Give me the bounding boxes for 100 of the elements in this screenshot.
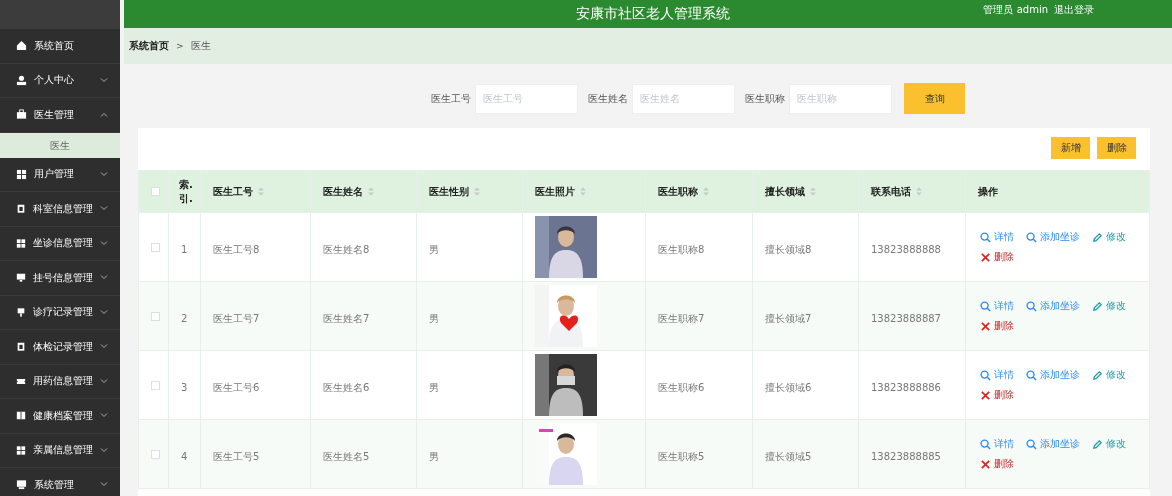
caret-down-icon [100,275,108,281]
delete-link[interactable]: 删除 [980,319,1148,333]
details-link[interactable]: 详情 [980,230,1014,244]
sidebar-item[interactable]: 系统管理 [0,468,120,496]
table-cell: 医生职称5 [658,450,705,462]
caret-down-icon [100,447,108,453]
table-cell: 男 [429,450,439,462]
column-header[interactable]: 联系电话 [871,184,911,199]
add-button[interactable]: 新增 [1051,137,1090,159]
table-cell: 擅长领域7 [765,312,812,324]
search-icon [980,438,991,450]
sidebar-item[interactable]: 科室信息管理 [0,192,120,227]
details-link[interactable]: 详情 [980,368,1014,382]
logout-link[interactable]: 退出登录 [1054,3,1094,17]
checkbox[interactable] [151,187,160,196]
search-button[interactable]: 查询 [904,83,965,114]
caret-down-icon [100,206,108,212]
table-cell: 男 [429,312,439,324]
breadcrumb-link[interactable]: 系统首页 [129,39,169,53]
column-header[interactable]: 医生照片 [535,184,575,199]
sidebar-item[interactable]: 用药信息管理 [0,364,120,399]
edit-link[interactable]: 修改 [1092,230,1126,244]
caret-up-icon [100,112,108,118]
table-cell: 医生姓名8 [323,243,370,255]
column-header[interactable]: 医生姓名 [323,184,363,199]
close-icon [980,320,991,332]
clipboard-icon [16,341,26,353]
grid-icon [16,237,26,249]
edit-link[interactable]: 修改 [1092,368,1126,382]
sidebar-item[interactable]: 个人中心 [0,63,120,98]
search-icon [1026,300,1037,312]
book-icon [16,410,26,422]
table-cell: 医生职称6 [658,381,705,393]
table-cell: 医生姓名6 [323,381,370,393]
table-cell: 医生职称7 [658,312,705,324]
clipboard-icon [16,203,26,215]
sort-icon [368,187,374,196]
table-cell: 医生工号7 [213,312,260,324]
sort-icon [810,187,816,196]
sidebar-item[interactable]: 坐诊信息管理 [0,226,120,261]
sidebar-item[interactable]: 亲属信息管理 [0,433,120,468]
caret-down-icon [100,77,108,83]
add-schedule-link[interactable]: 添加坐诊 [1026,299,1080,313]
delete-link[interactable]: 删除 [980,250,1148,264]
search-icon [1026,369,1037,381]
table-cell: 13823888885 [871,450,941,462]
column-header: 操作 [978,184,998,199]
app-title: 安康市社区老人管理系统 [576,5,730,23]
sidebar-item[interactable]: 诊疗记录管理 [0,295,120,330]
checkbox[interactable] [151,449,160,459]
sidebar-item[interactable]: 健康档案管理 [0,399,120,434]
delete-button[interactable]: 删除 [1097,137,1136,159]
add-schedule-link[interactable]: 添加坐诊 [1026,230,1080,244]
sort-icon [703,187,709,196]
sort-icon [580,187,586,196]
monitor-icon [16,272,26,284]
pencil-icon [1092,438,1103,450]
checkbox[interactable] [151,380,160,390]
search-icon [980,369,991,381]
table-cell: 1 [181,243,188,255]
table-cell: 医生姓名5 [323,450,370,462]
column-header: 索.引. [179,177,194,206]
column-header[interactable]: 医生职称 [658,184,698,199]
add-schedule-link[interactable]: 添加坐诊 [1026,368,1080,382]
monitor-icon [16,479,27,491]
breadcrumb-separator: > [176,41,184,51]
sidebar-subitem[interactable]: 医生 [0,132,120,158]
sidebar-item[interactable]: 系统首页 [0,29,120,64]
table-cell: 医生职称8 [658,243,705,255]
caret-down-icon [100,171,108,177]
details-link[interactable]: 详情 [980,437,1014,451]
table-cell: 医生工号8 [213,243,260,255]
user-label: 管理员 admin [983,3,1048,17]
checkbox[interactable] [151,311,160,321]
table-cell: 医生姓名7 [323,312,370,324]
table-cell: 4 [181,450,188,462]
column-header[interactable]: 医生工号 [213,184,253,199]
caret-down-icon [100,344,108,350]
sidebar-item[interactable]: 用户管理 [0,157,120,192]
field-label: 医生姓名 [588,91,628,106]
checkbox[interactable] [151,242,160,252]
caret-down-icon [100,413,108,419]
pin-icon [16,306,26,318]
add-schedule-link[interactable]: 添加坐诊 [1026,437,1080,451]
column-header[interactable]: 擅长领域 [765,184,805,199]
grid-icon [16,444,26,456]
sort-icon [258,187,264,196]
column-header[interactable]: 医生性别 [429,184,469,199]
details-link[interactable]: 详情 [980,299,1014,313]
delete-link[interactable]: 删除 [980,388,1148,402]
table-cell: 13823888886 [871,381,941,393]
table-cell: 13823888887 [871,312,941,324]
close-icon [980,389,991,401]
table-cell: 2 [181,312,188,324]
breadcrumb-link[interactable]: 医生 [190,39,211,53]
sidebar-item[interactable]: 医生管理 [0,98,120,133]
sidebar-item[interactable]: 体检记录管理 [0,330,120,365]
sidebar-item[interactable]: 挂号信息管理 [0,261,120,296]
search-icon [1026,231,1037,243]
delete-link[interactable]: 删除 [980,457,1148,471]
